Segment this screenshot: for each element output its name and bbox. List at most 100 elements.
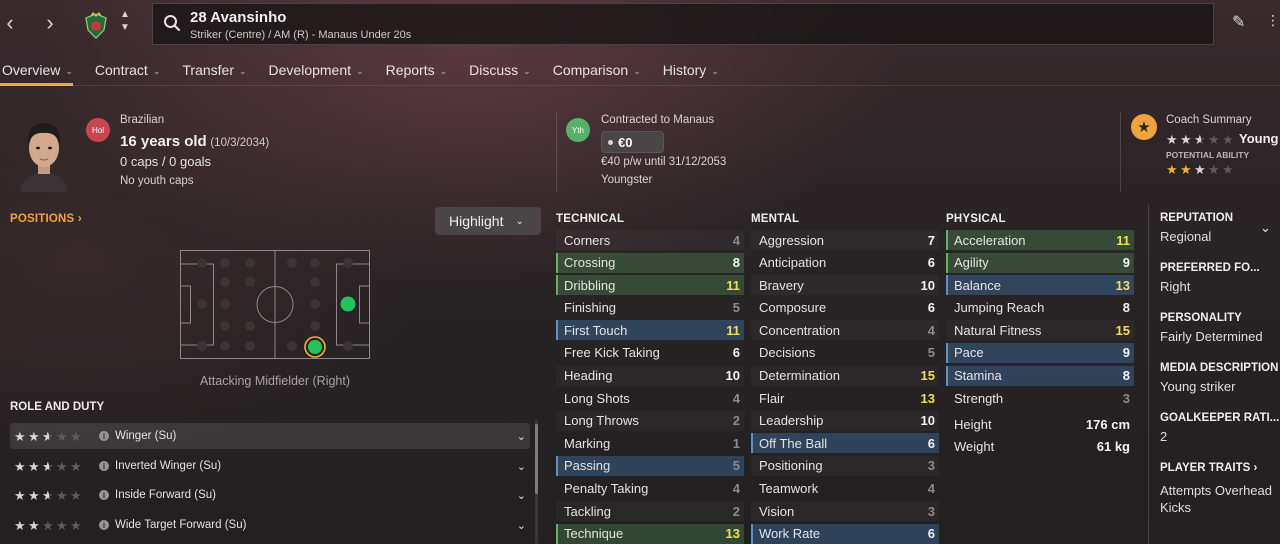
attribute-value: 3 bbox=[927, 503, 935, 519]
star-half-icon: ★ bbox=[42, 489, 55, 502]
chevron-down-icon[interactable]: ⌄ bbox=[517, 519, 526, 532]
chevron-down-icon[interactable]: ⌄ bbox=[1260, 220, 1271, 236]
tab-label: Comparison bbox=[552, 62, 629, 78]
attribute-row[interactable]: Leadership 10 bbox=[751, 411, 939, 431]
attribute-row[interactable]: Agility 9 bbox=[946, 252, 1134, 273]
attribute-row[interactable]: Natural Fitness 15 bbox=[946, 320, 1134, 340]
attribute-row[interactable]: Concentration 4 bbox=[751, 320, 939, 340]
tab-overview[interactable]: Overview ⌄ bbox=[0, 56, 73, 86]
attribute-value: 9 bbox=[1122, 345, 1130, 361]
tab-discuss[interactable]: Discuss ⌄ bbox=[469, 56, 531, 86]
value-pill: €0 bbox=[601, 131, 664, 153]
highlight-dropdown[interactable]: Highlight ⌄ bbox=[435, 207, 541, 235]
role-row[interactable]: ★ ★ ★ ★ ★ i Wide Target Forward (Su) ⌄ bbox=[10, 512, 530, 538]
role-list-scroll-thumb[interactable] bbox=[535, 424, 538, 494]
attribute-row[interactable]: Balance 13 bbox=[946, 275, 1134, 296]
info-icon[interactable]: i bbox=[99, 431, 109, 441]
attribute-row[interactable]: Free Kick Taking 6 bbox=[556, 343, 744, 363]
date-of-birth: (10/3/2034) bbox=[210, 137, 270, 149]
forward-arrow-icon[interactable]: › bbox=[40, 8, 60, 38]
position-label: Attacking Midfielder (Right) bbox=[199, 374, 351, 388]
attribute-row[interactable]: Finishing 5 bbox=[556, 298, 744, 318]
positions-title[interactable]: POSITIONS › bbox=[10, 213, 82, 225]
attribute-row[interactable]: Marking 1 bbox=[556, 433, 744, 453]
player-cycle-icon[interactable]: ▲ ▼ bbox=[118, 8, 132, 38]
age-line: 16 years old (10/3/2034) bbox=[120, 133, 269, 150]
tab-label: History bbox=[662, 62, 707, 78]
attribute-row[interactable]: Long Throws 2 bbox=[556, 411, 744, 431]
divider bbox=[1120, 112, 1121, 192]
attribute-row[interactable]: Technique 13 bbox=[556, 523, 744, 544]
attribute-row[interactable]: Long Shots 4 bbox=[556, 388, 744, 408]
info-icon[interactable]: i bbox=[99, 461, 109, 471]
attribute-name: Positioning bbox=[759, 458, 823, 474]
media-description-block: MEDIA DESCRIPTION Young striker bbox=[1152, 362, 1280, 394]
attribute-value: 11 bbox=[726, 277, 740, 293]
attribute-value: 6 bbox=[927, 435, 935, 451]
star-icon: ★ bbox=[56, 428, 68, 444]
attribute-row[interactable]: Positioning 3 bbox=[751, 456, 939, 476]
chevron-down-icon[interactable]: ⌄ bbox=[517, 430, 526, 443]
attribute-row[interactable]: Dribbling 11 bbox=[556, 275, 744, 296]
more-options-icon[interactable]: ⋮ bbox=[1266, 12, 1280, 32]
attribute-row[interactable]: Anticipation 6 bbox=[751, 253, 939, 273]
attribute-name: Work Rate bbox=[759, 526, 821, 542]
attribute-value: 8 bbox=[1122, 300, 1130, 316]
attribute-value: 2 bbox=[732, 503, 740, 519]
attribute-row[interactable]: Aggression 7 bbox=[751, 230, 939, 250]
player-positions-club: Striker (Centre) / AM (R) - Manaus Under… bbox=[190, 29, 412, 41]
weight-value: 61 kg bbox=[1096, 438, 1130, 454]
attribute-value: 11 bbox=[1116, 232, 1130, 248]
role-row[interactable]: ★★★★★ i Inverted Winger (Su) ⌄ bbox=[10, 453, 530, 479]
weight-label: Weight bbox=[954, 438, 995, 454]
attribute-row[interactable]: Vision 3 bbox=[751, 501, 939, 521]
attribute-row[interactable]: Stamina 8 bbox=[946, 365, 1134, 386]
age: 16 years old bbox=[120, 133, 207, 150]
chevron-down-icon[interactable]: ⌄ bbox=[517, 489, 526, 502]
role-name: Inverted Winger (Su) bbox=[115, 460, 222, 472]
role-duty-title: ROLE AND DUTY bbox=[10, 401, 105, 413]
attribute-row[interactable]: Passing 5 bbox=[556, 455, 744, 476]
info-icon[interactable]: i bbox=[99, 520, 109, 530]
tab-contract[interactable]: Contract ⌄ bbox=[95, 56, 160, 86]
nationality: Brazilian bbox=[120, 114, 165, 126]
attribute-row[interactable]: Tackling 2 bbox=[556, 501, 744, 521]
tab-reports[interactable]: Reports ⌄ bbox=[386, 56, 448, 86]
role-row[interactable]: ★★★★★ i Inside Forward (Su) ⌄ bbox=[10, 482, 530, 508]
club-badge-icon[interactable] bbox=[84, 12, 108, 40]
contracted-to: Contracted to Manaus bbox=[601, 114, 715, 126]
physical-attributes: Acceleration 11 Agility 9 Balance 13 Jumping R… bbox=[946, 230, 1134, 411]
attribute-row[interactable]: Corners 4 bbox=[556, 230, 744, 250]
tab-label: Contract bbox=[94, 62, 148, 78]
role-row[interactable]: ★★★★★ i Winger (Su) ⌄ bbox=[10, 423, 530, 449]
attribute-row[interactable]: Crossing 8 bbox=[556, 252, 744, 273]
attribute-row[interactable]: Teamwork 4 bbox=[751, 479, 939, 499]
tab-transfer[interactable]: Transfer ⌄ bbox=[182, 56, 246, 86]
attribute-row[interactable]: Acceleration 11 bbox=[946, 230, 1134, 250]
attribute-row[interactable]: Composure 6 bbox=[751, 298, 939, 318]
player-search-box[interactable]: 28 Avansinho Striker (Centre) / AM (R) -… bbox=[152, 3, 1214, 45]
attribute-value: 3 bbox=[927, 458, 935, 474]
tab-development[interactable]: Development ⌄ bbox=[269, 56, 364, 86]
tab-comparison[interactable]: Comparison ⌄ bbox=[553, 56, 641, 86]
attribute-row[interactable]: First Touch 11 bbox=[556, 320, 744, 341]
attribute-row[interactable]: Strength 3 bbox=[946, 388, 1134, 408]
edit-icon[interactable]: ✎ bbox=[1232, 12, 1250, 32]
nationality-badge[interactable]: Hol bbox=[86, 118, 110, 142]
chevron-down-icon[interactable]: ⌄ bbox=[517, 460, 526, 473]
info-icon[interactable]: i bbox=[99, 490, 109, 500]
attribute-row[interactable]: Work Rate 6 bbox=[751, 523, 939, 544]
attribute-row[interactable]: Off The Ball 6 bbox=[751, 433, 939, 454]
player-traits-label[interactable]: PLAYER TRAITS › bbox=[1152, 462, 1280, 474]
attribute-row[interactable]: Decisions 5 bbox=[751, 343, 939, 363]
attribute-row[interactable]: Heading 10 bbox=[556, 366, 744, 386]
tab-history[interactable]: History ⌄ bbox=[663, 56, 719, 86]
attribute-row[interactable]: Penalty Taking 4 bbox=[556, 479, 744, 499]
height-row: Height 176 cm bbox=[946, 414, 1134, 434]
attribute-row[interactable]: Flair 13 bbox=[751, 388, 939, 408]
attribute-row[interactable]: Pace 9 bbox=[946, 342, 1134, 363]
attribute-row[interactable]: Jumping Reach 8 bbox=[946, 298, 1134, 318]
attribute-row[interactable]: Bravery 10 bbox=[751, 275, 939, 295]
back-arrow-icon[interactable]: ‹ bbox=[0, 8, 20, 38]
attribute-row[interactable]: Determination 15 bbox=[751, 366, 939, 386]
